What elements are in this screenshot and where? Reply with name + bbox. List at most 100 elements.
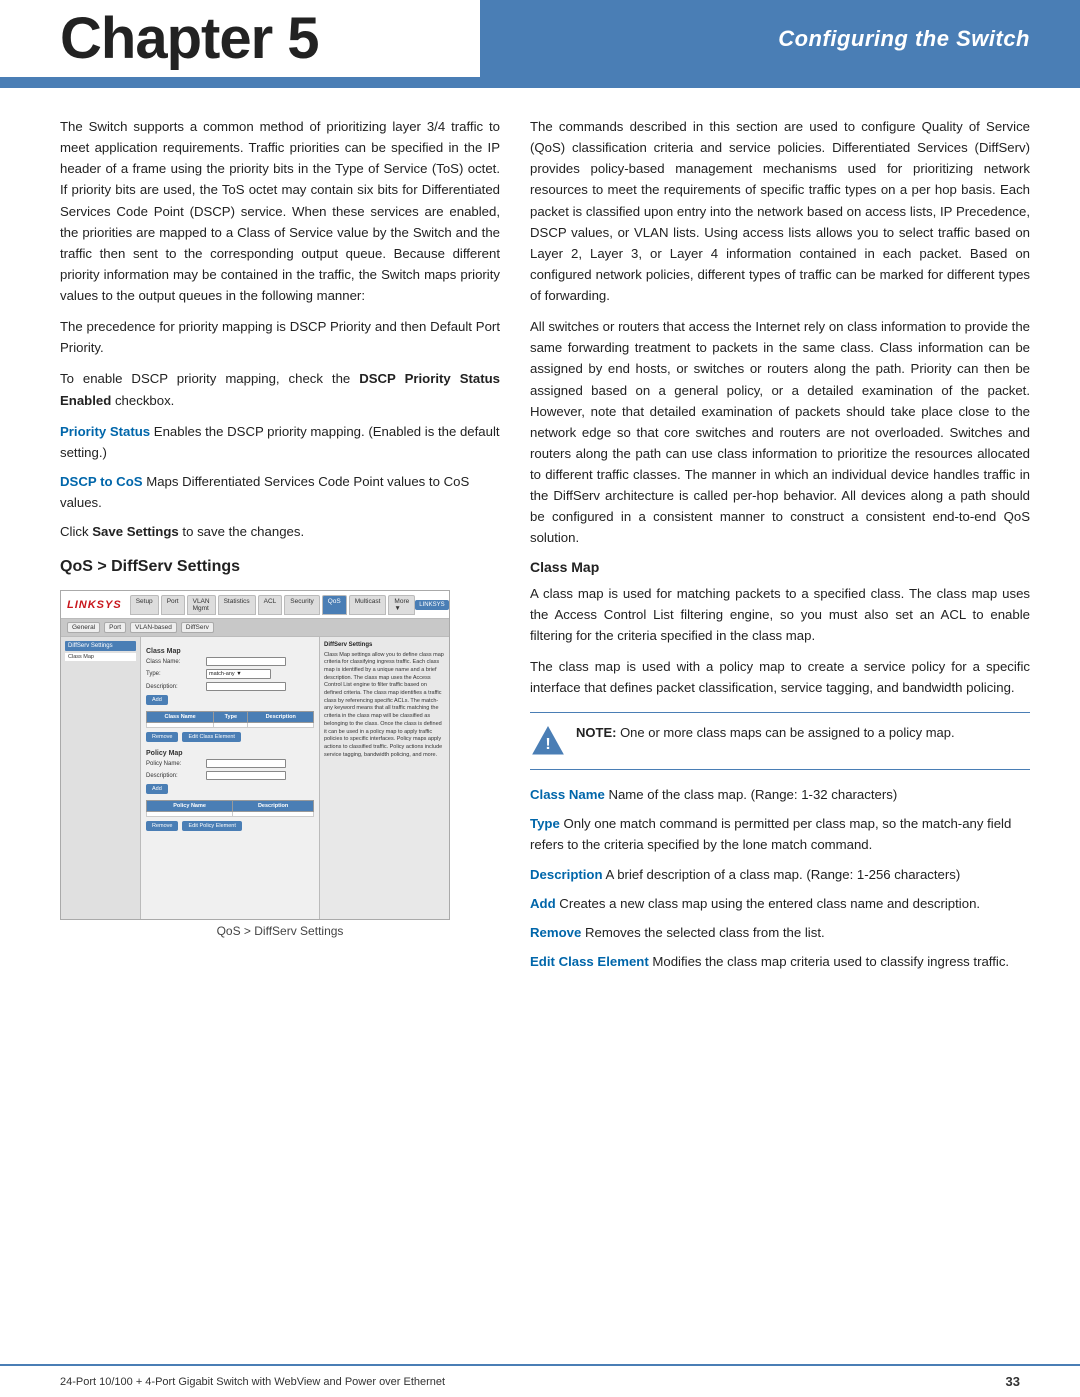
right-para4: The class map is used with a policy map … (530, 656, 1030, 698)
screenshot-caption: QoS > DiffServ Settings (60, 924, 500, 938)
term-edit-class: Edit Class Element Modifies the class ma… (530, 951, 1030, 972)
ss-sidebar-diffserv[interactable]: DiffServ Settings (65, 641, 136, 651)
ss-subnav: General Port VLAN-based DiffServ (61, 619, 449, 637)
ss-policyname-label: Policy Name: (146, 761, 206, 767)
page-header: Chapter 5 Configuring the Switch (0, 0, 1080, 80)
ss-col-desc: Description (248, 712, 314, 723)
ss-subnav-vlanbased[interactable]: VLAN-based (130, 622, 177, 633)
ss-type-select[interactable]: match-any ▼ (206, 669, 271, 679)
ss-policy-add-btn[interactable]: Add (146, 784, 168, 794)
ss-tab-security[interactable]: Security (284, 595, 319, 615)
ss-pcol-name: Policy Name (147, 801, 233, 812)
ss-remove-class-btn[interactable]: Remove (146, 732, 178, 742)
term-add-text: Creates a new class map using the entere… (556, 896, 980, 911)
ss-logo: LINKSYS (67, 599, 122, 611)
ss-tab-more[interactable]: More ▼ (388, 595, 415, 615)
warning-triangle-icon: ! (531, 724, 565, 758)
term-priority-status-label: Priority Status (60, 424, 150, 439)
ss-type-row: Type: match-any ▼ (146, 669, 314, 679)
ss-edit-btn[interactable]: Edit Class Element (182, 732, 240, 742)
term-description-label: Description (530, 867, 603, 882)
ss-sidebar-classmap[interactable]: Class Map (65, 653, 136, 661)
screenshot-inner: LINKSYS Setup Port VLAN Mgmt Statistics … (61, 591, 449, 919)
term-description: Description A brief description of a cla… (530, 864, 1030, 885)
note-icon: ! (530, 723, 566, 759)
term-classname-label: Class Name (530, 787, 605, 802)
accent-bar (0, 80, 1080, 88)
ss-policymap-label: Policy Map (146, 750, 314, 757)
page-footer: 24-Port 10/100 + 4-Port Gigabit Switch w… (0, 1364, 1080, 1397)
ss-header: LINKSYS Setup Port VLAN Mgmt Statistics … (61, 591, 449, 619)
ss-tab-stats[interactable]: Statistics (218, 595, 256, 615)
right-para3: A class map is used for matching packets… (530, 583, 1030, 646)
ss-desc-label: Description: (146, 684, 206, 690)
note-box: ! NOTE: One or more class maps can be as… (530, 712, 1030, 770)
main-content: The Switch supports a common method of p… (0, 88, 1080, 1010)
right-para1: The commands described in this section a… (530, 116, 1030, 306)
term-type-text: Only one match command is permitted per … (530, 816, 1011, 852)
ss-table-row[interactable] (147, 723, 314, 728)
term-classname-text: Name of the class map. (Range: 1-32 char… (605, 787, 897, 802)
ss-classname-label: Class Name: (146, 659, 206, 665)
term-classname: Class Name Name of the class map. (Range… (530, 784, 1030, 805)
left-para3-pre: To enable DSCP priority mapping, check t… (60, 371, 359, 386)
ss-content: DiffServ Settings Class Map Class Map Cl… (61, 637, 449, 919)
ss-tab-acl[interactable]: ACL (258, 595, 283, 615)
section-title: Configuring the Switch (778, 26, 1030, 52)
ss-policyname-input[interactable] (206, 759, 286, 768)
note-body: One or more class maps can be assigned t… (616, 725, 954, 740)
diffserv-section-heading: QoS > DiffServ Settings (60, 558, 500, 576)
ss-policydesc-label: Description: (146, 773, 206, 779)
ss-policy-row[interactable] (147, 812, 314, 817)
ss-tab-port[interactable]: Port (161, 595, 185, 615)
ss-rp-title: DiffServ Settings (324, 641, 445, 649)
ss-subnav-diffserv[interactable]: DiffServ (181, 622, 214, 633)
class-map-heading: Class Map (530, 559, 1030, 575)
term-edit-class-label: Edit Class Element (530, 954, 649, 969)
left-para1: The Switch supports a common method of p… (60, 116, 500, 306)
term-dscp-to-cos-label: DSCP to CoS (60, 474, 143, 489)
ss-rp-content: Class Map settings allow you to define c… (324, 652, 445, 760)
left-para4: Click Save Settings to save the changes. (60, 521, 500, 542)
ss-desc-row: Description: (146, 682, 314, 691)
ss-desc-input[interactable] (206, 682, 286, 691)
ss-logout-btn[interactable]: LINKSYS (415, 600, 448, 610)
ss-tab-setup[interactable]: Setup (130, 595, 159, 615)
ss-remove-policy-btn[interactable]: Remove (146, 821, 178, 831)
screenshot-container: LINKSYS Setup Port VLAN Mgmt Statistics … (60, 590, 500, 938)
ss-table-btn-row: Remove Edit Class Element (146, 732, 314, 742)
left-para3-post: checkbox. (111, 393, 174, 408)
term-dscp-to-cos: DSCP to CoS Maps Differentiated Services… (60, 471, 500, 513)
term-remove: Remove Removes the selected class from t… (530, 922, 1030, 943)
term-type-label: Type (530, 816, 560, 831)
section-title-area: Configuring the Switch (480, 0, 1080, 77)
ss-subnav-port[interactable]: Port (104, 622, 126, 633)
ss-class-btn-row: Add (146, 695, 314, 705)
ss-form-area: Class Map Class Name: Type: match-any ▼ … (141, 637, 319, 919)
ss-add-btn[interactable]: Add (146, 695, 168, 705)
ss-policyname-row: Policy Name: (146, 759, 314, 768)
save-settings-bold: Save Settings (92, 524, 179, 539)
note-text: NOTE: One or more class maps can be assi… (576, 723, 955, 744)
ss-classname-input[interactable] (206, 657, 286, 666)
footer-left-text: 24-Port 10/100 + 4-Port Gigabit Switch w… (60, 1376, 445, 1388)
ss-col-name: Class Name (147, 712, 214, 723)
ss-tab-qos[interactable]: QoS (322, 595, 347, 615)
ss-subnav-general[interactable]: General (67, 622, 100, 633)
ss-sidebar: DiffServ Settings Class Map (61, 637, 141, 919)
left-para3: To enable DSCP priority mapping, check t… (60, 368, 500, 410)
chapter-title-area: Chapter 5 (0, 0, 480, 77)
ss-tab-vlan[interactable]: VLAN Mgmt (187, 595, 216, 615)
ss-policydesc-row: Description: (146, 771, 314, 780)
note-label: NOTE: (576, 725, 616, 740)
screenshot-box: LINKSYS Setup Port VLAN Mgmt Statistics … (60, 590, 450, 920)
ss-policydesc-input[interactable] (206, 771, 286, 780)
ss-policy-table: Policy Name Description (146, 800, 314, 817)
term-edit-class-text: Modifies the class map criteria used to … (649, 954, 1009, 969)
left-para4-post: to save the changes. (179, 524, 304, 539)
ss-tab-multicast[interactable]: Multicast (349, 595, 387, 615)
term-add: Add Creates a new class map using the en… (530, 893, 1030, 914)
ss-edit-policy-btn[interactable]: Edit Policy Element (182, 821, 241, 831)
term-priority-status: Priority Status Enables the DSCP priorit… (60, 421, 500, 463)
ss-right-panel: DiffServ Settings Class Map settings all… (319, 637, 449, 919)
